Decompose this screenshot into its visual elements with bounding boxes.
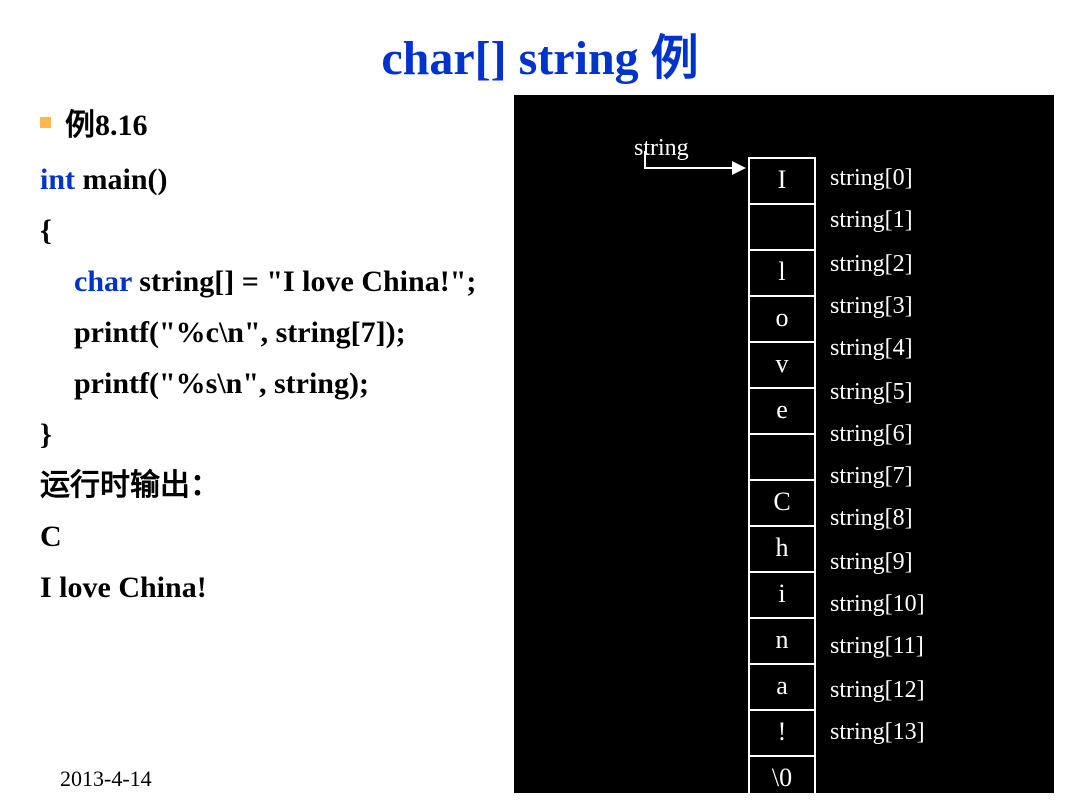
index-label: string[6] bbox=[830, 421, 1030, 448]
index-label: string[4] bbox=[830, 335, 1030, 362]
cell: a bbox=[748, 663, 816, 711]
output-1: C bbox=[40, 511, 580, 562]
cell: e bbox=[748, 387, 816, 435]
index-label: string[5] bbox=[830, 379, 1030, 406]
cell: o bbox=[748, 295, 816, 343]
index-label: string[10] bbox=[830, 591, 1030, 618]
keyword-int: int bbox=[40, 163, 75, 196]
index-label: string[7] bbox=[830, 463, 1030, 490]
code-line-4: printf("%c\n", string[7]); bbox=[40, 307, 580, 358]
index-label: string[3] bbox=[830, 293, 1030, 320]
cell: ! bbox=[748, 709, 816, 757]
bullet-row: 例8.16 bbox=[40, 100, 580, 144]
cell bbox=[748, 203, 816, 251]
index-label: string[13] bbox=[830, 719, 1030, 746]
cell bbox=[748, 433, 816, 481]
example-label: 例8.16 bbox=[65, 100, 148, 144]
index-label: string[8] bbox=[830, 505, 1030, 532]
footer-date: 2013-4-14 bbox=[60, 766, 152, 792]
code-line-1: int main() bbox=[40, 154, 580, 205]
code-line-3: char string[] = "I love China!"; bbox=[40, 256, 580, 307]
output-label: 运行时输出： bbox=[40, 460, 580, 511]
cell: h bbox=[748, 525, 816, 573]
pointer-label: string bbox=[634, 135, 689, 162]
array-diagram: string I l o v e C h i n a ! \0 string[0… bbox=[514, 95, 1054, 793]
code-line-2: { bbox=[40, 205, 580, 256]
code-line-5: printf("%s\n", string); bbox=[40, 358, 580, 409]
index-label: string[9] bbox=[830, 549, 1030, 576]
code-l1-rest: main() bbox=[75, 163, 168, 196]
index-label: string[2] bbox=[830, 251, 1030, 278]
cells-column: I l o v e C h i n a ! \0 bbox=[748, 157, 816, 803]
cell: C bbox=[748, 479, 816, 527]
cell: v bbox=[748, 341, 816, 389]
code-l3-rest: string[] = "I love China!"; bbox=[132, 265, 477, 298]
index-label: string[0] bbox=[830, 165, 1030, 192]
content-area: 例8.16 int main() { char string[] = "I lo… bbox=[40, 100, 580, 613]
index-label: string[1] bbox=[830, 207, 1030, 234]
index-label: string[12] bbox=[830, 677, 1030, 704]
cell: i bbox=[748, 571, 816, 619]
keyword-char: char bbox=[74, 265, 132, 298]
cell: l bbox=[748, 249, 816, 297]
output-2: I love China! bbox=[40, 562, 580, 613]
bullet-icon bbox=[40, 117, 51, 128]
cell: I bbox=[748, 157, 816, 205]
index-label: string[11] bbox=[830, 633, 1030, 660]
cell: n bbox=[748, 617, 816, 665]
code-line-6: } bbox=[40, 409, 580, 460]
cell: \0 bbox=[748, 755, 816, 803]
slide-title: char[] string 例 bbox=[0, 0, 1080, 88]
